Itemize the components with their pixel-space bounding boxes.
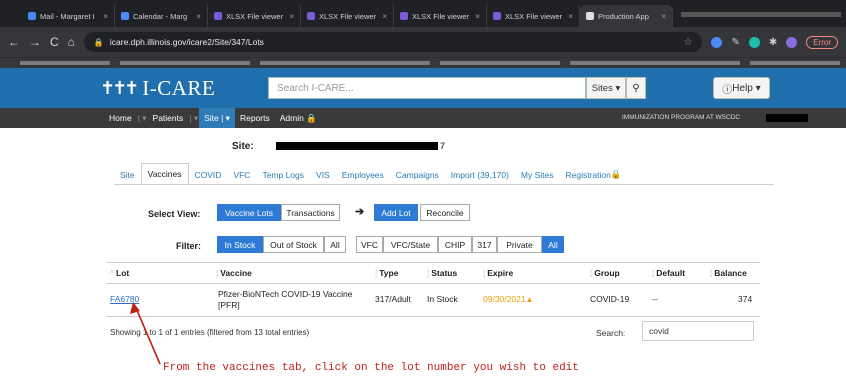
arrow-line xyxy=(135,307,161,365)
annotation-text: From the vaccines tab, click on the lot … xyxy=(163,362,579,374)
annotation-arrow xyxy=(130,302,161,365)
